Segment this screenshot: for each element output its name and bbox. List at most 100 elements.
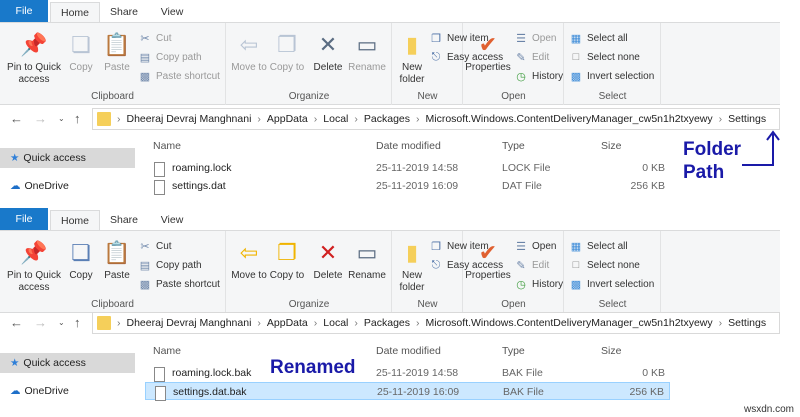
back-button[interactable]: ← [10,315,23,330]
nav-onedrive[interactable]: ☁ OneDrive [0,381,135,401]
rename-button[interactable]: ▭ Rename [347,239,387,282]
delete-button[interactable]: ✕ Delete [309,31,347,74]
address-bar[interactable]: › Dheeraj Devraj Manghnani › AppData › Local ›… [92,312,780,334]
column-name[interactable]: Name [153,345,181,357]
nav-quick-access[interactable]: ★ Quick access [0,353,135,373]
copy-path-button-label: Copy path [156,259,202,271]
cut-button[interactable]: ✂ Cut [138,239,171,253]
copy-to-icon: ❐ [277,32,297,57]
delete-button[interactable]: ✕ Delete [309,239,347,282]
select-group-label: Select [598,91,627,102]
copy-to-button[interactable]: ❐ Copy to [269,31,305,74]
properties-button[interactable]: ✔ Properties [464,239,512,282]
tab-file[interactable]: File [0,208,48,230]
cut-button[interactable]: ✂ Cut [138,31,171,45]
paste-button-label: Paste [104,270,130,281]
tab-share[interactable]: Share [100,210,148,230]
forward-button[interactable]: → [34,111,47,126]
edit-button[interactable]: ✎ Edit [514,258,549,272]
chevron-right-icon: › [117,113,121,125]
properties-button[interactable]: ✔ Properties [464,31,512,74]
rename-button-label: Rename [348,62,386,73]
history-button[interactable]: ◷ History [514,277,563,291]
paste-shortcut-button[interactable]: ▩ Paste shortcut [138,69,220,83]
tab-share[interactable]: Share [100,2,148,22]
breadcrumb-0[interactable]: Dheeraj Devraj Manghnani [127,113,252,125]
copy-to-button[interactable]: ❐ Copy to [269,239,305,282]
recent-locations-button[interactable]: ⌄ [58,318,65,327]
tab-home[interactable]: Home [50,2,100,22]
up-button[interactable]: ↑ [74,315,81,330]
nav-quick-access[interactable]: ★ Quick access [0,148,135,168]
nav-onedrive[interactable]: ☁ OneDrive [0,176,135,196]
up-button[interactable]: ↑ [74,111,81,126]
column-date-modified[interactable]: Date modified [376,140,441,152]
breadcrumb-2[interactable]: Local [323,113,348,125]
breadcrumb-3[interactable]: Packages [364,317,410,329]
cloud-icon: ☁ [10,385,21,397]
copy-path-button[interactable]: ▤ Copy path [138,258,202,272]
select-none-button[interactable]: □ Select none [569,50,640,64]
breadcrumb-1[interactable]: AppData [267,113,308,125]
file-row[interactable]: roaming.lock.bak 25-11-2019 14:58 BAK File… [145,364,670,382]
file-row[interactable]: settings.dat 25-11-2019 16:09 DAT File 256 … [145,177,670,195]
rename-icon: ▭ [356,32,378,57]
chevron-right-icon: › [718,317,723,329]
invert-selection-button[interactable]: ▩ Invert selection [569,69,654,83]
column-type[interactable]: Type [502,140,525,152]
address-bar[interactable]: › Dheeraj Devraj Manghnani › AppData › Local ›… [92,108,780,130]
move-to-button[interactable]: ⇦ Move to [231,31,267,74]
copy-path-button[interactable]: ▤ Copy path [138,50,202,64]
paste-button[interactable]: 📋 Paste [100,239,134,282]
tab-view[interactable]: View [148,2,196,22]
file-row[interactable]: roaming.lock 25-11-2019 14:58 LOCK File 0 K… [145,159,670,177]
move-to-button[interactable]: ⇦ Move to [231,239,267,282]
edit-button[interactable]: ✎ Edit [514,50,549,64]
open-button-label: Open [532,240,557,252]
breadcrumb-5[interactable]: Settings [728,317,766,329]
history-button[interactable]: ◷ History [514,69,563,83]
breadcrumb-4[interactable]: Microsoft.Windows.ContentDeliveryManager… [426,113,713,125]
folder-icon [97,316,111,330]
copy-button[interactable]: ❏ Copy [66,239,96,282]
forward-button[interactable]: → [34,315,47,330]
recent-locations-button[interactable]: ⌄ [58,114,65,123]
column-name[interactable]: Name [153,140,181,152]
chevron-right-icon: › [354,317,358,329]
open-button[interactable]: ☰ Open [514,239,556,253]
invert-selection-button[interactable]: ▩ Invert selection [569,277,654,291]
new-folder-button[interactable]: ▮ New folder [397,31,427,86]
rename-button[interactable]: ▭ Rename [347,31,387,74]
column-type[interactable]: Type [502,345,525,357]
breadcrumb-2[interactable]: Local [323,317,348,329]
select-all-button[interactable]: ▦ Select all [569,31,628,45]
copy-button[interactable]: ❏ Copy [66,31,96,74]
back-button[interactable]: ← [10,111,23,126]
breadcrumb-3[interactable]: Packages [364,113,410,125]
pin-to-quick-access-button[interactable]: 📌 Pin to Quick access [2,239,66,294]
nav-onedrive-label: OneDrive [24,180,69,192]
tab-file[interactable]: File [0,0,48,22]
column-date-modified[interactable]: Date modified [376,345,441,357]
column-size[interactable]: Size [601,140,621,152]
ribbon-tabs: File Home Share View [0,208,780,230]
paste-shortcut-button[interactable]: ▩ Paste shortcut [138,277,220,291]
breadcrumb-4[interactable]: Microsoft.Windows.ContentDeliveryManager… [426,317,713,329]
paste-shortcut-button-label: Paste shortcut [156,70,220,82]
new-folder-button[interactable]: ▮ New folder [397,239,427,294]
open-button[interactable]: ☰ Open [514,31,556,45]
select-none-button[interactable]: □ Select none [569,258,640,272]
tab-home[interactable]: Home [50,210,100,230]
select-all-button[interactable]: ▦ Select all [569,239,628,253]
breadcrumb-5[interactable]: Settings [728,113,766,125]
chevron-right-icon: › [117,317,121,329]
pin-to-quick-access-button[interactable]: 📌 Pin to Quick access [2,31,66,86]
breadcrumb-1[interactable]: AppData [267,317,308,329]
address-bar-row: ← → ⌄ ↑ › Dheeraj Devraj Manghnani › AppData › Lo… [0,312,790,334]
tab-view[interactable]: View [148,210,196,230]
column-size[interactable]: Size [601,345,621,357]
file-row[interactable]: settings.dat.bak 25-11-2019 16:09 BAK File… [145,382,670,401]
paste-button[interactable]: 📋 Paste [100,31,134,74]
breadcrumb-0[interactable]: Dheeraj Devraj Manghnani [127,317,252,329]
